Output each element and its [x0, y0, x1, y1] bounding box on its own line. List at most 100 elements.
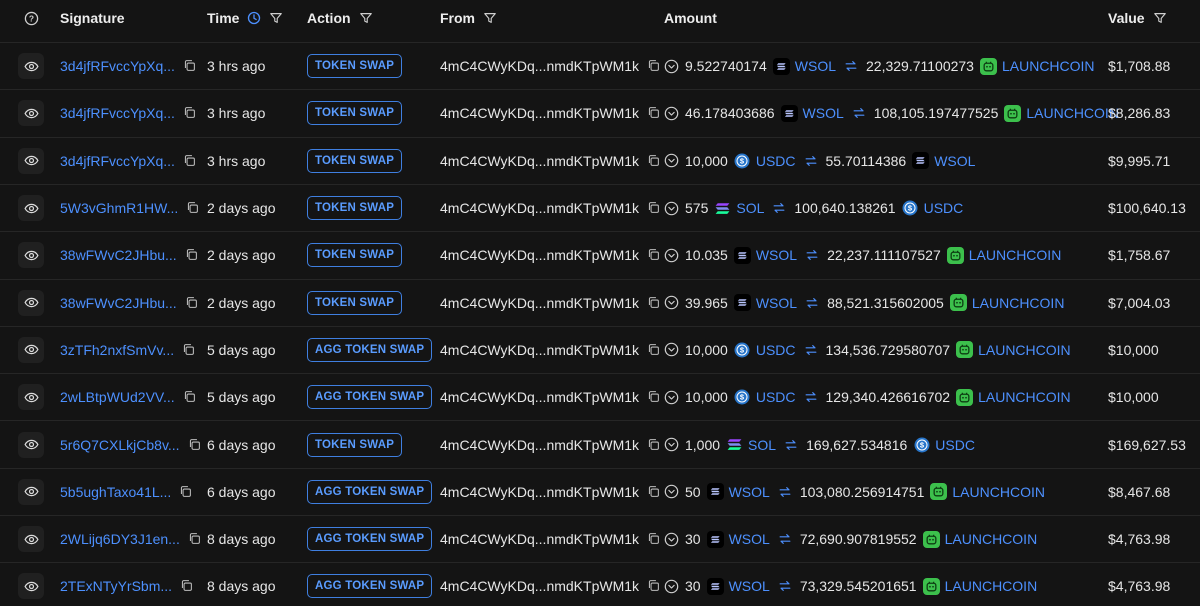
copy-icon[interactable]	[647, 343, 661, 357]
copy-icon[interactable]	[182, 343, 196, 357]
chevron-down-icon[interactable]	[664, 437, 679, 452]
in-token-link[interactable]: USDC	[756, 153, 796, 169]
copy-icon[interactable]	[183, 154, 197, 168]
chevron-down-icon[interactable]	[664, 579, 679, 594]
out-token-link[interactable]: LAUNCHCOIN	[978, 389, 1071, 405]
copy-icon[interactable]	[647, 579, 661, 593]
copy-icon[interactable]	[185, 296, 199, 310]
from-address[interactable]: 4mC4CWyKDq...nmdKTpWM1k	[440, 389, 639, 405]
chevron-down-icon[interactable]	[664, 342, 679, 357]
out-token-link[interactable]: LAUNCHCOIN	[978, 342, 1071, 358]
in-token-link[interactable]: SOL	[748, 437, 776, 453]
signature-link[interactable]: 3zTFh2nxfSmVv...	[60, 342, 174, 358]
copy-icon[interactable]	[188, 438, 202, 452]
copy-icon[interactable]	[183, 390, 197, 404]
in-token-link[interactable]: WSOL	[803, 105, 844, 121]
signature-link[interactable]: 5r6Q7CXLkjCb8v...	[60, 437, 180, 453]
from-address[interactable]: 4mC4CWyKDq...nmdKTpWM1k	[440, 58, 639, 74]
copy-icon[interactable]	[185, 248, 199, 262]
out-token-link[interactable]: LAUNCHCOIN	[945, 578, 1038, 594]
out-token-link[interactable]: LAUNCHCOIN	[1026, 105, 1119, 121]
copy-icon[interactable]	[647, 59, 661, 73]
out-token-link[interactable]: LAUNCHCOIN	[969, 247, 1062, 263]
copy-icon[interactable]	[186, 201, 200, 215]
chevron-down-icon[interactable]	[664, 390, 679, 405]
eye-icon[interactable]	[18, 147, 44, 174]
in-token-link[interactable]: WSOL	[729, 531, 770, 547]
signature-link[interactable]: 2WLijq6DY3J1en...	[60, 531, 180, 547]
clock-icon[interactable]	[247, 11, 261, 25]
filter-icon[interactable]	[1153, 11, 1167, 25]
in-token-link[interactable]: WSOL	[756, 247, 797, 263]
eye-icon[interactable]	[18, 478, 44, 505]
chevron-down-icon[interactable]	[664, 153, 679, 168]
in-token-link[interactable]: WSOL	[729, 484, 770, 500]
chevron-down-icon[interactable]	[664, 484, 679, 499]
filter-icon[interactable]	[359, 11, 373, 25]
chevron-down-icon[interactable]	[664, 248, 679, 263]
signature-link[interactable]: 3d4jfRFvccYpXq...	[60, 153, 175, 169]
eye-icon[interactable]	[18, 242, 44, 269]
copy-icon[interactable]	[180, 579, 194, 593]
copy-icon[interactable]	[647, 485, 661, 499]
chevron-down-icon[interactable]	[664, 295, 679, 310]
signature-link[interactable]: 5W3vGhmR1HW...	[60, 200, 178, 216]
from-address[interactable]: 4mC4CWyKDq...nmdKTpWM1k	[440, 153, 639, 169]
copy-icon[interactable]	[647, 390, 661, 404]
out-token-link[interactable]: USDC	[924, 200, 964, 216]
eye-icon[interactable]	[18, 289, 44, 316]
copy-icon[interactable]	[647, 532, 661, 546]
out-token-link[interactable]: LAUNCHCOIN	[945, 531, 1038, 547]
from-address[interactable]: 4mC4CWyKDq...nmdKTpWM1k	[440, 342, 639, 358]
eye-icon[interactable]	[18, 53, 44, 80]
copy-icon[interactable]	[188, 532, 202, 546]
out-token-link[interactable]: LAUNCHCOIN	[1002, 58, 1095, 74]
out-token-link[interactable]: WSOL	[934, 153, 975, 169]
from-address[interactable]: 4mC4CWyKDq...nmdKTpWM1k	[440, 578, 639, 594]
signature-link[interactable]: 3d4jfRFvccYpXq...	[60, 105, 175, 121]
filter-icon[interactable]	[483, 11, 497, 25]
in-token-link[interactable]: USDC	[756, 389, 796, 405]
copy-icon[interactable]	[647, 154, 661, 168]
copy-icon[interactable]	[183, 106, 197, 120]
in-token-link[interactable]: USDC	[756, 342, 796, 358]
copy-icon[interactable]	[647, 106, 661, 120]
signature-link[interactable]: 2TExNTyYrSbm...	[60, 578, 172, 594]
eye-icon[interactable]	[18, 384, 44, 411]
copy-icon[interactable]	[183, 59, 197, 73]
in-token-link[interactable]: WSOL	[729, 578, 770, 594]
out-token-link[interactable]: LAUNCHCOIN	[972, 295, 1065, 311]
eye-icon[interactable]	[18, 431, 44, 458]
in-token-link[interactable]: SOL	[736, 200, 764, 216]
from-address[interactable]: 4mC4CWyKDq...nmdKTpWM1k	[440, 105, 639, 121]
filter-icon[interactable]	[269, 11, 283, 25]
eye-icon[interactable]	[18, 100, 44, 127]
eye-icon[interactable]	[18, 526, 44, 553]
chevron-down-icon[interactable]	[664, 532, 679, 547]
signature-link[interactable]: 2wLBtpWUd2VV...	[60, 389, 175, 405]
copy-icon[interactable]	[647, 201, 661, 215]
chevron-down-icon[interactable]	[664, 201, 679, 216]
eye-icon[interactable]	[18, 195, 44, 222]
from-address[interactable]: 4mC4CWyKDq...nmdKTpWM1k	[440, 247, 639, 263]
chevron-down-icon[interactable]	[664, 106, 679, 121]
eye-icon[interactable]	[18, 336, 44, 363]
in-token-link[interactable]: WSOL	[756, 295, 797, 311]
signature-link[interactable]: 38wFWvC2JHbu...	[60, 247, 177, 263]
copy-icon[interactable]	[647, 296, 661, 310]
signature-link[interactable]: 3d4jfRFvccYpXq...	[60, 58, 175, 74]
in-token-link[interactable]: WSOL	[795, 58, 836, 74]
from-address[interactable]: 4mC4CWyKDq...nmdKTpWM1k	[440, 200, 639, 216]
signature-link[interactable]: 5b5ughTaxo41L...	[60, 484, 171, 500]
from-address[interactable]: 4mC4CWyKDq...nmdKTpWM1k	[440, 295, 639, 311]
copy-icon[interactable]	[647, 438, 661, 452]
copy-icon[interactable]	[647, 248, 661, 262]
from-address[interactable]: 4mC4CWyKDq...nmdKTpWM1k	[440, 437, 639, 453]
from-address[interactable]: 4mC4CWyKDq...nmdKTpWM1k	[440, 484, 639, 500]
copy-icon[interactable]	[179, 485, 193, 499]
eye-icon[interactable]	[18, 573, 44, 600]
signature-link[interactable]: 38wFWvC2JHbu...	[60, 295, 177, 311]
out-token-link[interactable]: LAUNCHCOIN	[952, 484, 1045, 500]
help-circle-icon[interactable]: ?	[18, 11, 44, 26]
chevron-down-icon[interactable]	[664, 59, 679, 74]
